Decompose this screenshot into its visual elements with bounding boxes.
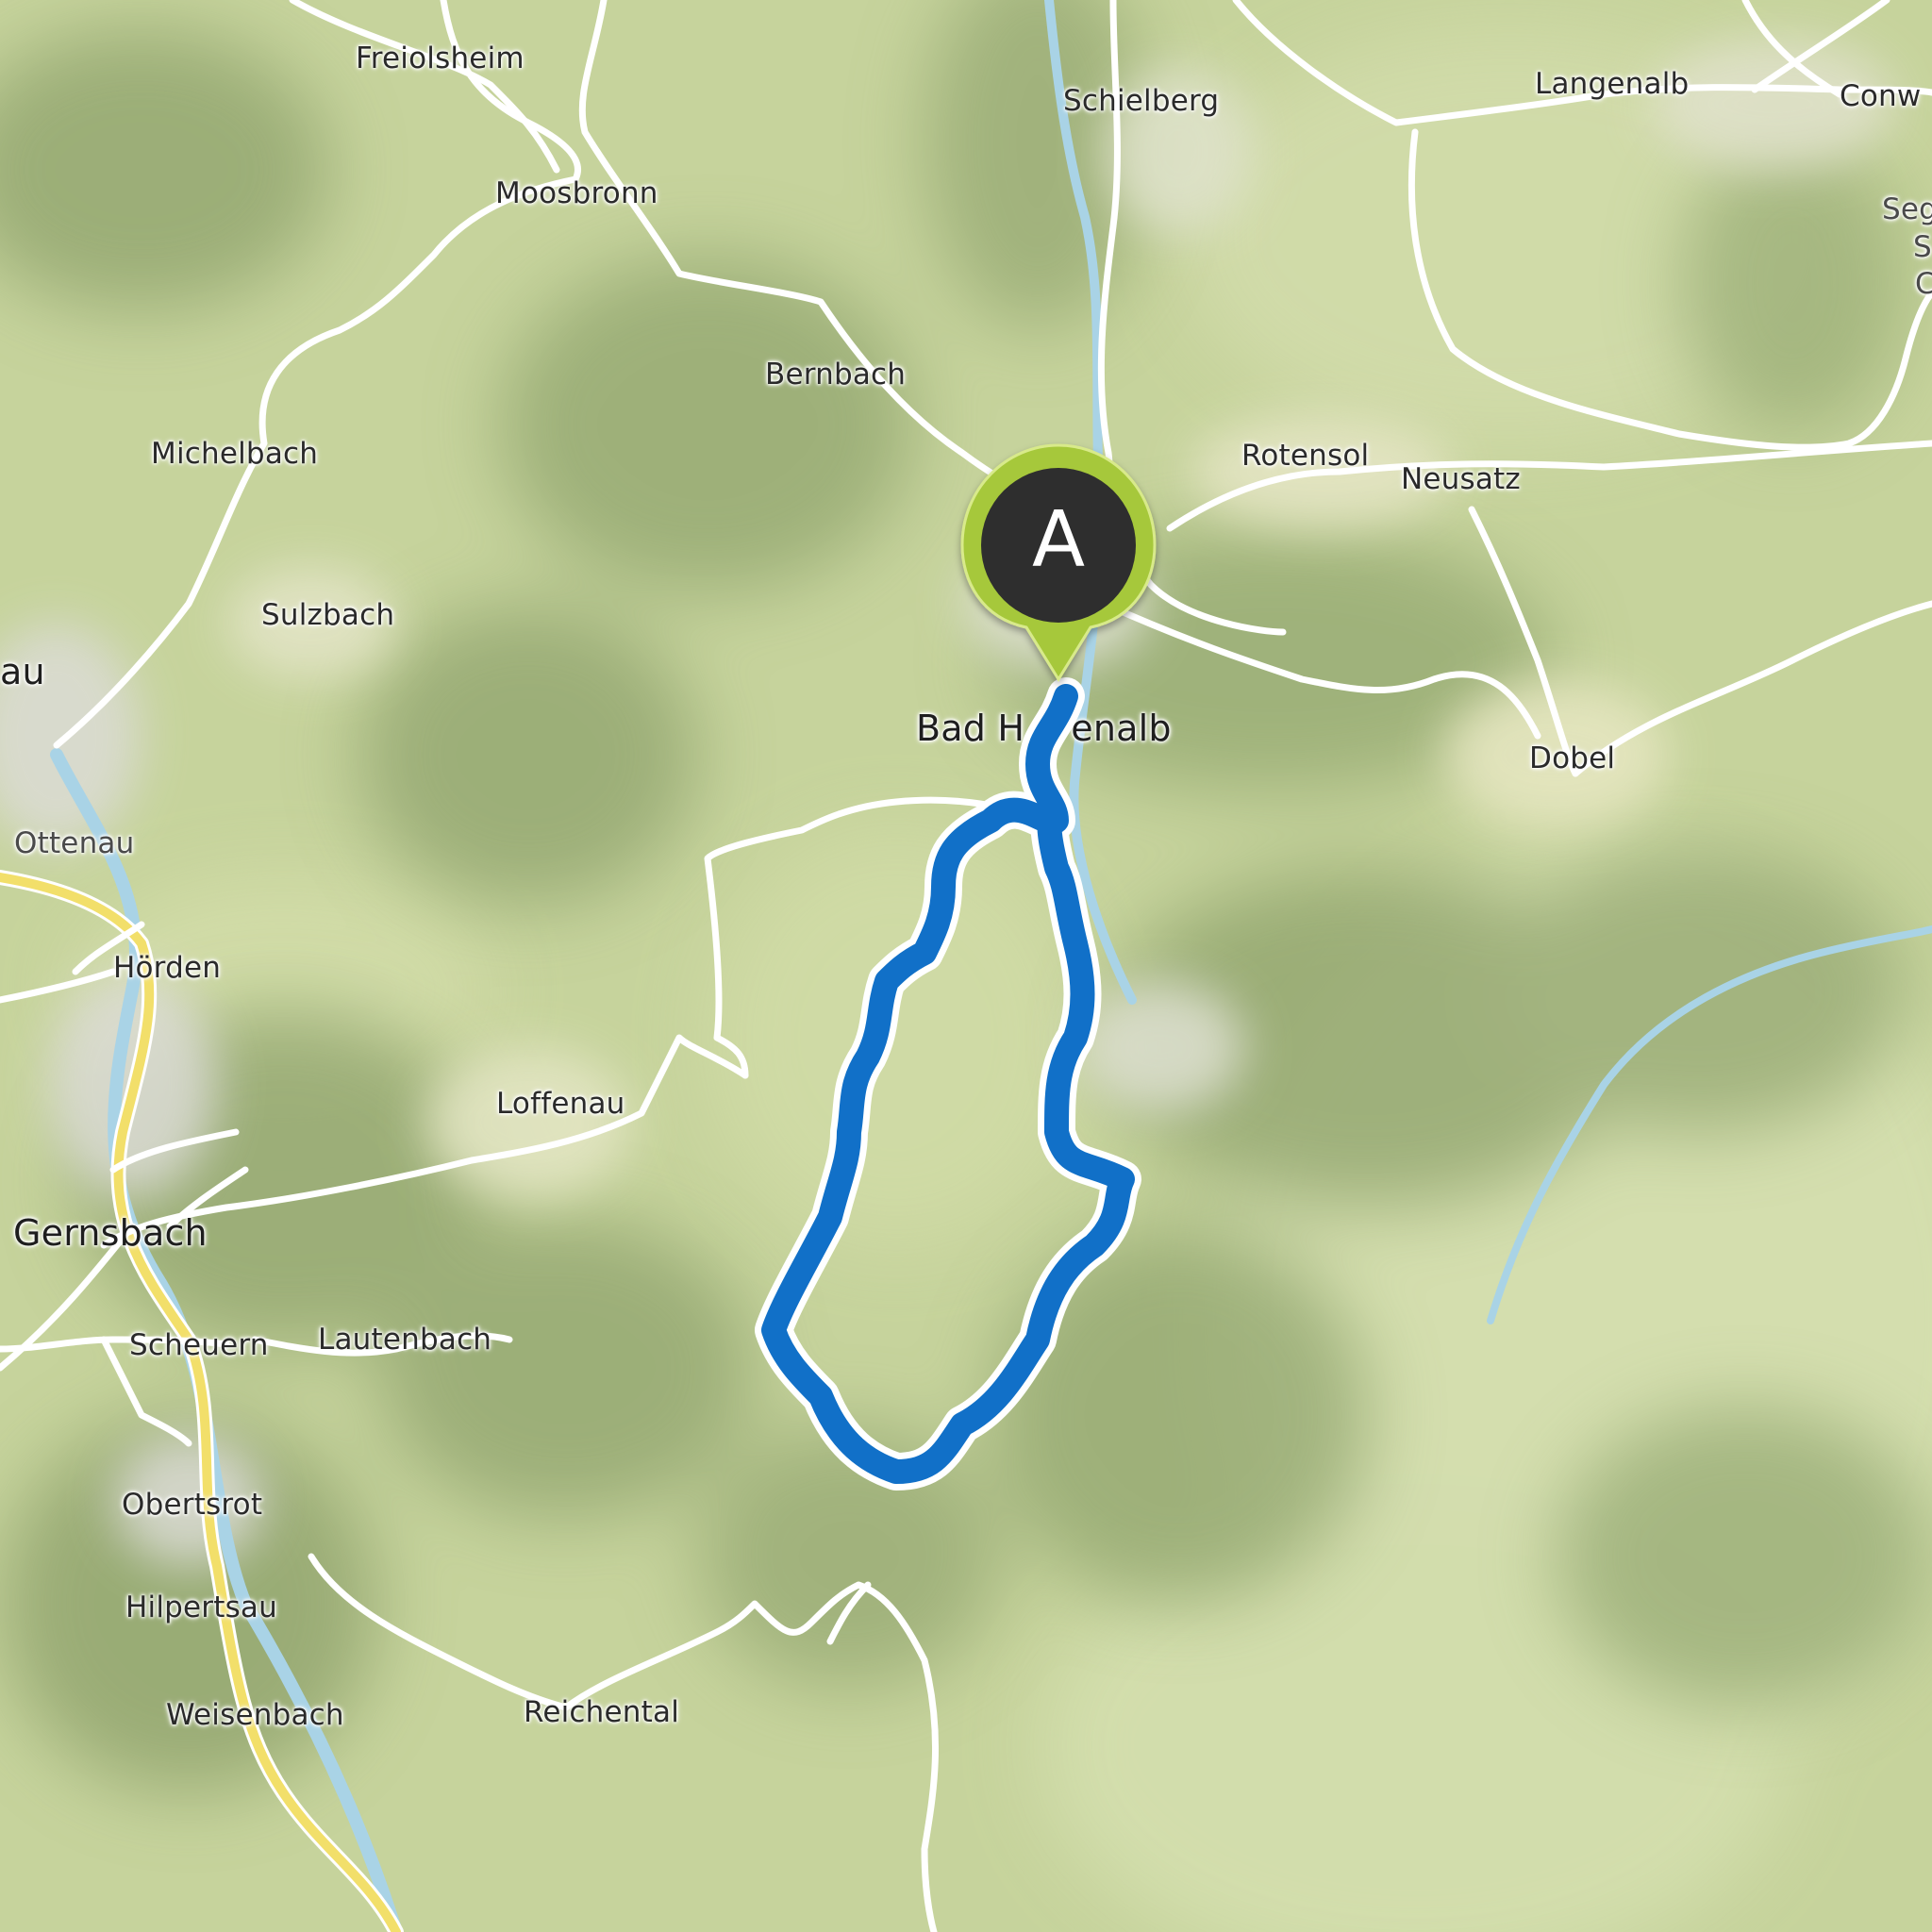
place-label-s: S xyxy=(1913,230,1932,264)
place-label-michelbach: Michelbach xyxy=(151,437,319,471)
place-label-obertsrot: Obertsrot xyxy=(122,1488,263,1522)
place-label-ottenau: Ottenau xyxy=(14,826,135,860)
start-marker-label: A xyxy=(1031,495,1086,585)
place-label-bernbach: Bernbach xyxy=(765,358,907,391)
place-label-sulzbach: Sulzbach xyxy=(261,598,395,632)
place-label-seg: Seg xyxy=(1882,192,1932,226)
place-label-dobel: Dobel xyxy=(1529,741,1616,775)
place-label-rotensol: Rotensol xyxy=(1241,439,1370,473)
place-label-au: au xyxy=(0,651,45,692)
place-label-c: C xyxy=(1915,267,1932,301)
place-label-scheuern: Scheuern xyxy=(129,1328,269,1362)
place-label-schielberg: Schielberg xyxy=(1063,84,1220,118)
map-view[interactable]: A Freiolsheim Schielberg Langenalb Conw … xyxy=(0,0,1932,1932)
place-label-reichental: Reichental xyxy=(524,1695,680,1729)
place-label-hilpertsau: Hilpertsau xyxy=(125,1591,277,1624)
place-label-moosbronn: Moosbronn xyxy=(495,176,658,210)
place-label-conw: Conw xyxy=(1840,79,1922,113)
map-canvas[interactable] xyxy=(0,0,1932,1932)
place-label-bad-herrenalb: Bad H enalb xyxy=(916,708,1172,749)
place-label-neusatz: Neusatz xyxy=(1401,462,1521,496)
place-label-loffenau: Loffenau xyxy=(496,1087,625,1121)
place-label-langenalb: Langenalb xyxy=(1535,67,1690,101)
place-label-freiolsheim: Freiolsheim xyxy=(356,42,525,75)
place-label-gernsbach: Gernsbach xyxy=(13,1212,208,1254)
place-label-weisenbach: Weisenbach xyxy=(166,1698,344,1732)
place-label-hoerden: Hörden xyxy=(113,951,222,985)
place-label-lautenbach: Lautenbach xyxy=(318,1323,492,1357)
